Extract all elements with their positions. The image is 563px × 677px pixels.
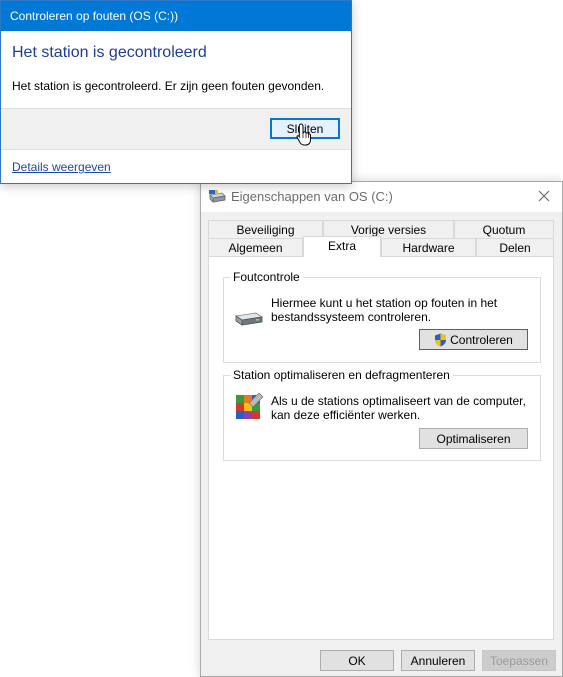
ok-button[interactable]: OK	[320, 650, 394, 671]
details-link[interactable]: Details weergeven	[12, 160, 111, 174]
properties-titlebar: Eigenschappen van OS (C:)	[201, 182, 562, 212]
tab-hardware[interactable]: Hardware	[381, 238, 476, 257]
check-dialog-title: Controleren op fouten (OS (C:))	[10, 9, 179, 23]
optimize-label: Station optimaliseren en defragmenteren	[230, 368, 453, 382]
apply-button[interactable]: Toepassen	[482, 650, 556, 671]
cancel-button[interactable]: Annuleren	[401, 650, 475, 671]
check-button-label: Controleren	[450, 332, 513, 347]
tab-delen[interactable]: Delen	[476, 238, 554, 257]
tab-algemeen[interactable]: Algemeen	[208, 238, 303, 257]
check-dialog-titlebar: Controleren op fouten (OS (C:))	[1, 1, 351, 31]
error-check-label: Foutcontrole	[230, 270, 303, 284]
close-icon[interactable]	[536, 188, 552, 204]
check-dialog-footer: Sluiten	[1, 108, 351, 150]
error-check-group: Foutcontrole Hiermee kunt u het station …	[223, 270, 541, 363]
check-button[interactable]: Controleren	[419, 329, 528, 350]
tab-panel-extra: Foutcontrole Hiermee kunt u het station …	[208, 256, 554, 640]
uac-shield-icon	[435, 333, 447, 346]
drive-icon	[234, 312, 264, 326]
optimize-group: Station optimaliseren en defragmenteren …	[223, 368, 541, 461]
properties-window: Eigenschappen van OS (C:) Beveiliging Vo…	[200, 181, 563, 677]
tab-extra[interactable]: Extra	[303, 236, 381, 257]
drive-title-icon	[209, 190, 226, 203]
close-button[interactable]: Sluiten	[270, 118, 340, 139]
properties-title: Eigenschappen van OS (C:)	[231, 189, 393, 204]
optimize-button[interactable]: Optimaliseren	[419, 428, 528, 449]
optimize-line1: Als u de stations optimaliseert van de c…	[271, 394, 526, 408]
defrag-icon	[236, 392, 264, 419]
error-check-line1: Hiermee kunt u het station op fouten in …	[271, 296, 498, 310]
check-dialog: Controleren op fouten (OS (C:)) Het stat…	[0, 0, 352, 184]
optimize-line2: kan deze efficiënter werken.	[271, 408, 421, 422]
error-check-line2: bestandssysteem controleren.	[271, 310, 432, 324]
tab-quotum[interactable]: Quotum	[454, 220, 554, 239]
check-dialog-message: Het station is gecontroleerd. Er zijn ge…	[12, 79, 325, 93]
check-dialog-heading: Het station is gecontroleerd	[12, 44, 207, 61]
